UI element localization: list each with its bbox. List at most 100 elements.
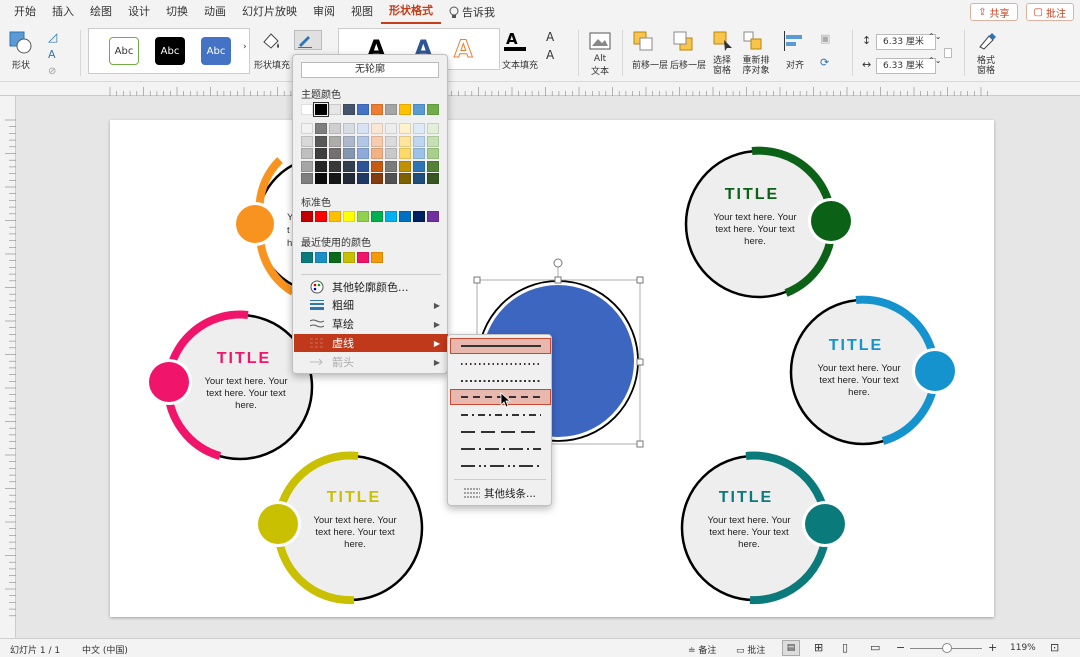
theme-shade-swatch[interactable] [371,135,383,147]
theme-shade-swatch[interactable] [343,135,355,147]
theme-shade-swatch[interactable] [399,135,411,147]
tab-design[interactable]: 设计 [120,0,158,24]
dash-option-round-dot[interactable] [450,356,551,372]
tab-transitions[interactable]: 切换 [158,0,196,24]
fit-to-window-icon[interactable]: ⊡ [1050,641,1059,654]
theme-shade-swatch[interactable] [315,135,327,147]
theme-shade-swatch[interactable] [399,123,411,134]
circle-badge[interactable] [236,205,274,243]
text-fill-icon[interactable]: A [506,30,518,48]
theme-shade-swatch[interactable] [413,148,425,159]
theme-color-swatch[interactable] [301,104,313,115]
alt-text-icon[interactable] [589,30,611,52]
theme-shade-swatch[interactable] [357,135,369,147]
theme-color-swatch[interactable] [399,104,411,115]
theme-color-swatch[interactable] [385,104,397,115]
theme-shade-swatch[interactable] [329,173,341,184]
shape-outline-button[interactable] [294,30,322,50]
selection-pane-icon[interactable] [712,30,734,52]
theme-shade-swatch[interactable] [301,160,313,172]
theme-shade-swatch[interactable] [301,135,313,147]
bring-forward-icon[interactable] [632,30,656,52]
resize-handle[interactable] [636,440,644,448]
style-preview[interactable]: Abc [155,37,185,65]
reorder-objects-icon[interactable] [742,30,766,52]
circle-title[interactable]: TITLE [184,350,304,368]
theme-shade-swatch[interactable] [413,135,425,147]
tab-shape-format[interactable]: 形状格式 [381,0,441,24]
align-icon[interactable] [782,30,806,52]
text-outline-icon[interactable]: A [546,30,554,44]
resize-handle[interactable] [554,276,562,284]
theme-shade-swatch[interactable] [371,173,383,184]
circle-title[interactable]: TITLE [796,337,916,355]
dash-option-long-dash[interactable] [450,424,551,440]
dash-option-long-dash-dot[interactable] [450,441,551,457]
style-preview[interactable]: Abc [201,37,231,65]
recent-color-swatch[interactable] [371,252,383,263]
zoom-slider-thumb[interactable] [942,643,952,653]
tab-review[interactable]: 审阅 [305,0,343,24]
theme-shade-swatch[interactable] [385,160,397,172]
lock-aspect-checkbox[interactable] [944,48,952,58]
theme-shade-swatch[interactable] [427,135,439,147]
rotate-icon[interactable]: ⟳ [820,56,829,69]
theme-shade-swatch[interactable] [343,160,355,172]
theme-shade-swatch[interactable] [385,123,397,134]
style-preview[interactable]: Abc [109,37,139,65]
tab-insert[interactable]: 插入 [44,0,82,24]
textbox-icon[interactable]: A [48,48,56,61]
theme-shade-swatch[interactable] [315,123,327,134]
sketch-item[interactable]: 草绘 ▶ [294,315,448,333]
tab-slideshow[interactable]: 幻灯片放映 [234,0,305,24]
slide[interactable]: Y t h TITLE Your text here. Your text he… [110,120,994,617]
recent-color-swatch[interactable] [315,252,327,263]
recent-color-swatch[interactable] [357,252,369,263]
theme-shade-swatch[interactable] [329,123,341,134]
notes-button[interactable]: ≐ 备注 [688,643,716,656]
height-stepper-icon[interactable]: ⌃⌄ [928,32,941,41]
dash-option-long-dash-dot-dot[interactable] [450,458,551,474]
theme-shade-swatch[interactable] [413,123,425,134]
theme-color-swatch[interactable] [357,104,369,115]
comments-button[interactable]: ▢ 批注 [1025,3,1074,21]
theme-shade-swatch[interactable] [399,148,411,159]
theme-shade-swatch[interactable] [329,160,341,172]
standard-color-swatch[interactable] [427,211,439,222]
theme-color-swatch[interactable] [427,104,439,115]
rotate-handle-icon[interactable] [553,258,563,268]
theme-shade-swatch[interactable] [343,148,355,159]
theme-shade-swatch[interactable] [301,173,313,184]
tab-home[interactable]: 开始 [6,0,44,24]
theme-shade-swatch[interactable] [399,160,411,172]
theme-shade-swatch[interactable] [357,123,369,134]
slide-sorter-icon[interactable]: ⊞ [814,641,823,654]
resize-handle[interactable] [473,276,481,284]
gallery-next-icon[interactable]: › [243,42,247,52]
zoom-in-icon[interactable]: + [988,641,997,654]
theme-shade-swatch[interactable] [357,160,369,172]
theme-shade-swatch[interactable] [427,173,439,184]
standard-color-swatch[interactable] [385,211,397,222]
width-field[interactable]: 6.33 厘米 [876,58,936,74]
theme-shade-swatch[interactable] [329,148,341,159]
standard-color-swatch[interactable] [315,211,327,222]
dash-option-square-dot[interactable] [450,373,551,389]
standard-color-swatch[interactable] [301,211,313,222]
standard-color-swatch[interactable] [371,211,383,222]
tab-draw[interactable]: 绘图 [82,0,120,24]
circle-badge[interactable] [811,201,851,241]
theme-color-swatch[interactable] [329,104,341,115]
theme-shade-swatch[interactable] [385,135,397,147]
text-effects-icon[interactable]: A [546,48,554,62]
theme-shade-swatch[interactable] [413,173,425,184]
edit-shape-icon[interactable]: ◿ [48,30,57,44]
theme-color-swatch[interactable] [413,104,425,115]
theme-shade-swatch[interactable] [385,148,397,159]
theme-shade-swatch[interactable] [413,160,425,172]
tab-animations[interactable]: 动画 [196,0,234,24]
slideshow-icon[interactable]: ▭ [870,641,880,654]
recent-color-swatch[interactable] [329,252,341,263]
standard-color-swatch[interactable] [413,211,425,222]
standard-color-swatch[interactable] [329,211,341,222]
